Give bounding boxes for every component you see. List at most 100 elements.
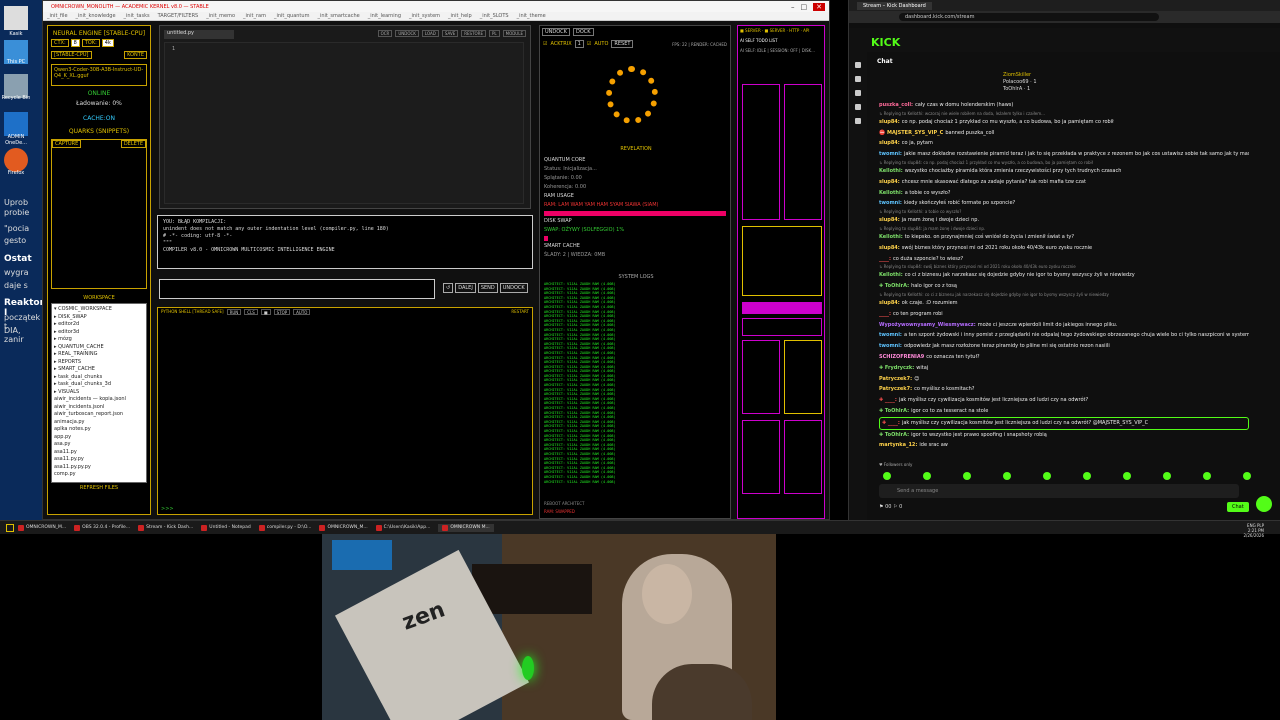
tok-input[interactable]: 4k: [101, 39, 114, 47]
todo-action-bar[interactable]: [742, 302, 822, 314]
taskbar-item[interactable]: OMNICROWN_M...: [18, 524, 66, 531]
chat-username[interactable]: twomni:: [879, 200, 902, 206]
chat-message[interactable]: ✚ ToOhlrA: igor to wszystko jest prawo sp…: [879, 430, 1249, 441]
menu-item[interactable]: _init_quantum: [274, 13, 309, 19]
shell-button[interactable]: STOP: [273, 309, 291, 315]
start-icon[interactable]: [6, 523, 14, 532]
tree-item[interactable]: aiwir_turboscan_report.json: [54, 411, 144, 419]
taskbar-item[interactable]: OBS 32.0.4 - Profile...: [74, 524, 130, 531]
tree-item[interactable]: asa11.py.py: [54, 456, 144, 464]
chat-message[interactable]: Patryczek7: 😊: [879, 374, 1249, 385]
tree-item[interactable]: ▸ REPORTS: [54, 359, 144, 367]
tree-item[interactable]: comp.py: [54, 471, 144, 479]
chat-message[interactable]: slup84: ok czaje. :D rozumiem: [879, 298, 1249, 309]
tree-item[interactable]: ▾ COSMIC_WORKSPACE: [54, 306, 144, 314]
menu-item[interactable]: _init_memo: [206, 13, 235, 19]
menu-item[interactable]: _init_smartcache: [317, 13, 359, 19]
tree-item[interactable]: asa11.py: [54, 449, 144, 457]
tree-item[interactable]: ▸ VISUALS: [54, 389, 144, 397]
chat-message[interactable]: ____: co ten program robi: [879, 309, 1249, 320]
command-button[interactable]: SEND: [477, 283, 498, 293]
undock-button[interactable]: UNDOCK: [542, 28, 570, 36]
chat-message[interactable]: twomni: jakie masz dokładne rozstawienie …: [879, 149, 1249, 160]
editor-tool-button[interactable]: LOAD: [421, 30, 439, 37]
delete-button[interactable]: DELETE: [120, 140, 146, 148]
chat-message[interactable]: Kellothi: wszystko chociażby piramida któ…: [879, 166, 1249, 177]
editor-tool-button[interactable]: SAVE: [441, 30, 459, 37]
taskbar-item[interactable]: compiler.py - D:\O...: [258, 524, 311, 531]
tree-item[interactable]: ▸ editor3d: [54, 329, 144, 337]
chat-username[interactable]: slup84:: [879, 245, 900, 251]
model-select[interactable]: Qwen3-Coder-30B-A3B-Instruct-UD-Q4_K_XL.…: [51, 64, 147, 86]
menu-item[interactable]: _init_ram: [243, 13, 266, 19]
emote-icon[interactable]: [1043, 472, 1051, 480]
chat-username[interactable]: ✚ ToOhlrA:: [879, 283, 909, 289]
browser-tab[interactable]: Stream – Kick Dashboard: [857, 1, 932, 10]
tree-item[interactable]: ▸ task_dual_chunks_3d: [54, 381, 144, 389]
chat-username[interactable]: ✚ ____:: [879, 397, 897, 403]
chat-message[interactable]: slup84: swój biznes który przynosi mi od …: [879, 243, 1249, 254]
home-icon[interactable]: [855, 62, 861, 68]
editor-tool-button[interactable]: OCR: [377, 30, 393, 37]
chat-message[interactable]: Wypożywownysamy_Wiesmywacz: może ci jeszc…: [879, 320, 1249, 331]
acktrix-input[interactable]: 1: [574, 40, 584, 48]
editor-tab[interactable]: untitled.py: [164, 30, 234, 39]
command-button[interactable]: DALEJ: [455, 283, 476, 293]
emote-icon[interactable]: [1163, 472, 1171, 480]
chat-message[interactable]: ✚ ____: jak myślisz czy cywilizacja kosmi…: [879, 395, 1249, 406]
chat-username[interactable]: twomni:: [879, 332, 902, 338]
editor-tool-button[interactable]: RESTORE: [461, 30, 486, 37]
tree-item[interactable]: ▸ task_dual_chunks: [54, 374, 144, 382]
menu-item[interactable]: _init_tasks: [124, 13, 150, 19]
shell-restart-button[interactable]: RESTART: [511, 309, 529, 314]
refresh-files-button[interactable]: REFRESH FILES: [48, 485, 150, 491]
shell-button[interactable]: CLS: [244, 309, 258, 315]
chat-username[interactable]: slup84:: [879, 140, 900, 146]
shell-button[interactable]: RUN: [226, 309, 242, 315]
emote-icon[interactable]: [883, 472, 891, 480]
chat-message[interactable]: ✚ ToOhlrA: halo igor co z tosą: [879, 281, 1249, 292]
chat-messages[interactable]: puszka_coll: cały czas w domu holenderski…: [879, 100, 1249, 451]
browse-icon[interactable]: [855, 76, 861, 82]
emote-icon[interactable]: [963, 472, 971, 480]
chat-message[interactable]: ✚ ____: jak myślisz czy cywilizacja kosmi…: [879, 416, 1249, 430]
dock-button[interactable]: DOCK: [572, 28, 594, 36]
emote-icon[interactable]: [1203, 472, 1211, 480]
chat-username[interactable]: Patryczek7:: [879, 376, 912, 382]
chat-message[interactable]: slup84: co ja, pytam: [879, 138, 1249, 149]
chat-username[interactable]: ____:: [879, 256, 891, 262]
taskbar-item[interactable]: OMNICROWN M...: [438, 523, 494, 532]
editor-tool-button[interactable]: UNDOCK: [395, 30, 419, 37]
command-button[interactable]: UNDOCK: [499, 283, 528, 293]
tree-item[interactable]: animacja.py: [54, 419, 144, 427]
chat-username[interactable]: slup84:: [879, 119, 900, 125]
editor-text-area[interactable]: [164, 42, 524, 204]
onedrive-icon[interactable]: [4, 112, 28, 136]
chat-username[interactable]: martynka_12:: [879, 442, 917, 448]
python-shell[interactable]: PYTHON SHELL [THREAD SAFE] RUN CLS ■ STOP AU…: [157, 307, 533, 515]
snippets-list[interactable]: CAPTURE DELETE: [51, 139, 147, 289]
floating-action-icon[interactable]: [1256, 496, 1272, 512]
chat-username[interactable]: puszka_coll:: [879, 102, 913, 108]
chat-message[interactable]: Kellothi: to kiepsko. on przynajmniej coś…: [879, 232, 1249, 243]
kick-logo[interactable]: KICK: [871, 36, 900, 49]
chat-username[interactable]: slup84:: [879, 179, 900, 185]
tree-item[interactable]: aplka notes.py: [54, 426, 144, 434]
chat-username[interactable]: slup84:: [879, 300, 900, 306]
menu-item[interactable]: _init_SLOTS: [480, 13, 509, 19]
chat-username[interactable]: ✚ ____:: [882, 420, 900, 426]
emote-icon[interactable]: [1083, 472, 1091, 480]
system-log[interactable]: ARCHITECT: VIJAL ZAUDH RAM (4.008) ARCHIT…: [544, 282, 648, 490]
tree-item[interactable]: ▸ QUANTUM_CACHE: [54, 344, 144, 352]
menu-item[interactable]: _init_theme: [517, 13, 546, 19]
chat-message[interactable]: slup84: co np. podaj chociaż 1 przykład c…: [879, 117, 1249, 128]
chat-message[interactable]: SCHIZOFRENIA9 co oznacza ten tytuł?: [879, 352, 1249, 363]
maximize-icon[interactable]: □: [801, 3, 808, 11]
reset-button[interactable]: RESET: [611, 40, 634, 48]
menu-item[interactable]: TARGET/FILTERS: [158, 13, 199, 19]
acktrix-checkbox[interactable]: ☑: [543, 41, 547, 47]
chat-message[interactable]: puszka_coll: cały czas w domu holenderski…: [879, 100, 1249, 111]
chat-message[interactable]: twomni: a ten szpont żydowski i inny pomi…: [879, 330, 1249, 341]
chat-message[interactable]: slup84: chcesz mnie skasować dlatego za z…: [879, 177, 1249, 188]
chat-username[interactable]: Kellothi:: [879, 190, 903, 196]
